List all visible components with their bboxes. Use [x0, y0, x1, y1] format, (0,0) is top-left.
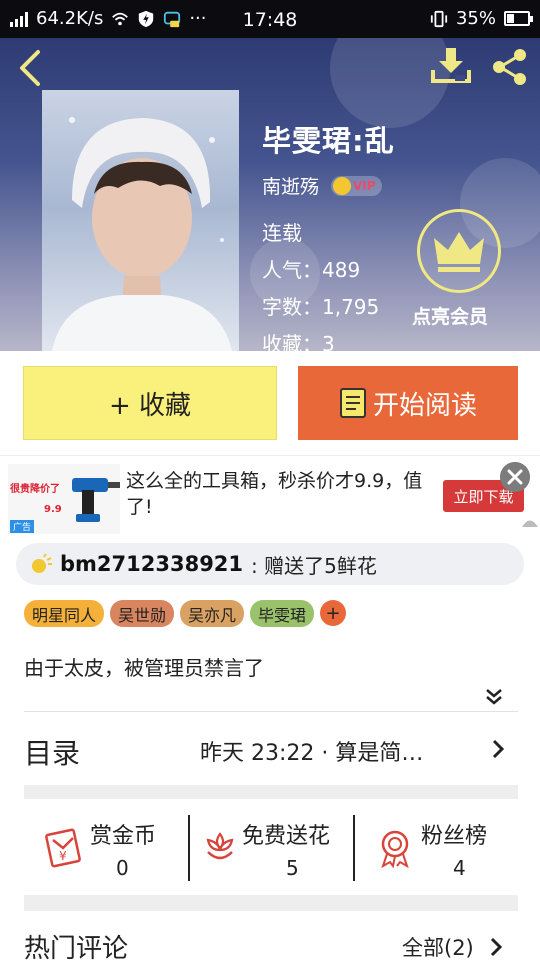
fan-ranking-label: 粉丝榜 — [421, 824, 488, 849]
sun-icon — [32, 553, 52, 573]
member-crown-button[interactable] — [417, 209, 501, 293]
free-flowers-button[interactable]: 免费送花 5 — [190, 800, 354, 910]
latest-chapter: 昨天 23:22 · 算是简… — [200, 741, 424, 766]
book-description: 由于太皮，被管理员禁言了 — [24, 656, 264, 680]
word-count-value: 1,795 — [322, 295, 380, 319]
gift-ticker[interactable]: bm2712338921 : 赠送了5鲜花 — [16, 543, 524, 585]
member-label[interactable]: 点亮会员 — [412, 302, 488, 329]
vibrate-icon — [430, 10, 448, 27]
battery-icon — [504, 11, 533, 26]
tag-item[interactable]: 明星同人 — [24, 600, 105, 627]
table-of-contents-row[interactable]: 目录 昨天 23:22 · 算是简… — [24, 712, 518, 784]
tag-item[interactable]: 吴亦凡 — [180, 600, 245, 627]
medal-icon — [381, 830, 409, 868]
ad-image[interactable]: 很贵降价了 9.9 广告 — [8, 464, 120, 534]
ad-tag: 广告 — [10, 520, 35, 533]
popularity-value: 489 — [322, 258, 361, 282]
tag-item[interactable]: 吴世勋 — [110, 600, 175, 627]
ad-banner[interactable]: 很贵降价了 9.9 广告 这么全的工具箱，秒杀价才9.9，值了! 立即下载 — [0, 455, 540, 537]
fan-ranking-button[interactable]: 粉丝榜 4 — [355, 800, 518, 910]
book-cover-image[interactable] — [42, 90, 239, 351]
book-header: 毕雯珺:乱 南逝殇 VIP 连载 人气：489 字数：1,795 收藏：3 点亮… — [0, 38, 540, 351]
reward-coins-count: 0 — [116, 856, 129, 880]
svg-text:¥: ¥ — [59, 849, 67, 863]
expand-chevron-icon[interactable] — [484, 686, 504, 706]
red-envelope-icon: ¥ — [45, 828, 81, 868]
close-icon[interactable] — [500, 462, 530, 492]
reward-coins-label: 赏金币 — [90, 824, 157, 849]
collect-button[interactable]: + 收藏 — [23, 366, 277, 440]
share-icon[interactable] — [490, 48, 530, 86]
tag-item[interactable]: 毕雯珺 — [250, 600, 315, 627]
free-flowers-label: 免费送花 — [242, 824, 331, 849]
reward-coins-button[interactable]: ¥ 赏金币 0 — [24, 800, 189, 910]
author-row: 南逝殇 VIP — [262, 172, 382, 199]
chevron-right-icon — [492, 739, 505, 759]
flower-icon — [206, 832, 234, 860]
word-count-stat: 字数：1,795 — [262, 295, 380, 319]
favorites-value: 3 — [322, 332, 335, 351]
section-separator — [24, 895, 518, 911]
download-icon[interactable] — [430, 46, 472, 86]
ad-provider-icon — [522, 520, 538, 527]
favorites-stat: 收藏：3 — [262, 328, 335, 351]
gift-user[interactable]: bm2712338921 — [60, 552, 243, 576]
free-flowers-count: 5 — [286, 856, 299, 880]
vip-badge: VIP — [331, 175, 382, 196]
back-arrow-icon[interactable] — [14, 48, 48, 88]
tag-list: 明星同人 吴世勋 吴亦凡 毕雯珺 + — [24, 600, 347, 627]
drill-icon — [72, 478, 120, 522]
book-icon — [339, 388, 366, 418]
crown-icon — [434, 232, 484, 272]
book-title: 毕雯珺:乱 — [262, 124, 395, 158]
fan-ranking-count: 4 — [453, 856, 466, 880]
battery-percent: 35% — [455, 8, 496, 29]
add-tag-button[interactable]: + — [320, 600, 347, 626]
chevron-right-icon[interactable] — [490, 937, 502, 957]
reader-actions: ¥ 赏金币 0 免费送花 5 粉丝榜 4 — [24, 800, 518, 910]
status-bar: 64.2K/s ··· 17:48 35% — [0, 0, 540, 38]
start-reading-button[interactable]: 开始阅读 — [298, 366, 518, 440]
toc-title: 目录 — [24, 737, 81, 770]
author-name[interactable]: 南逝殇 — [262, 172, 319, 199]
hot-comments-title: 热门评论 — [24, 934, 129, 960]
section-separator — [24, 785, 518, 799]
gift-text: : 赠送了5鲜花 — [251, 553, 377, 578]
serial-status: 连载 — [262, 221, 302, 245]
sun-icon — [333, 176, 352, 195]
ad-text[interactable]: 这么全的工具箱，秒杀价才9.9，值了! — [126, 468, 426, 520]
all-comments-link[interactable]: 全部(2) — [402, 932, 474, 960]
popularity-stat: 人气：489 — [262, 258, 361, 282]
